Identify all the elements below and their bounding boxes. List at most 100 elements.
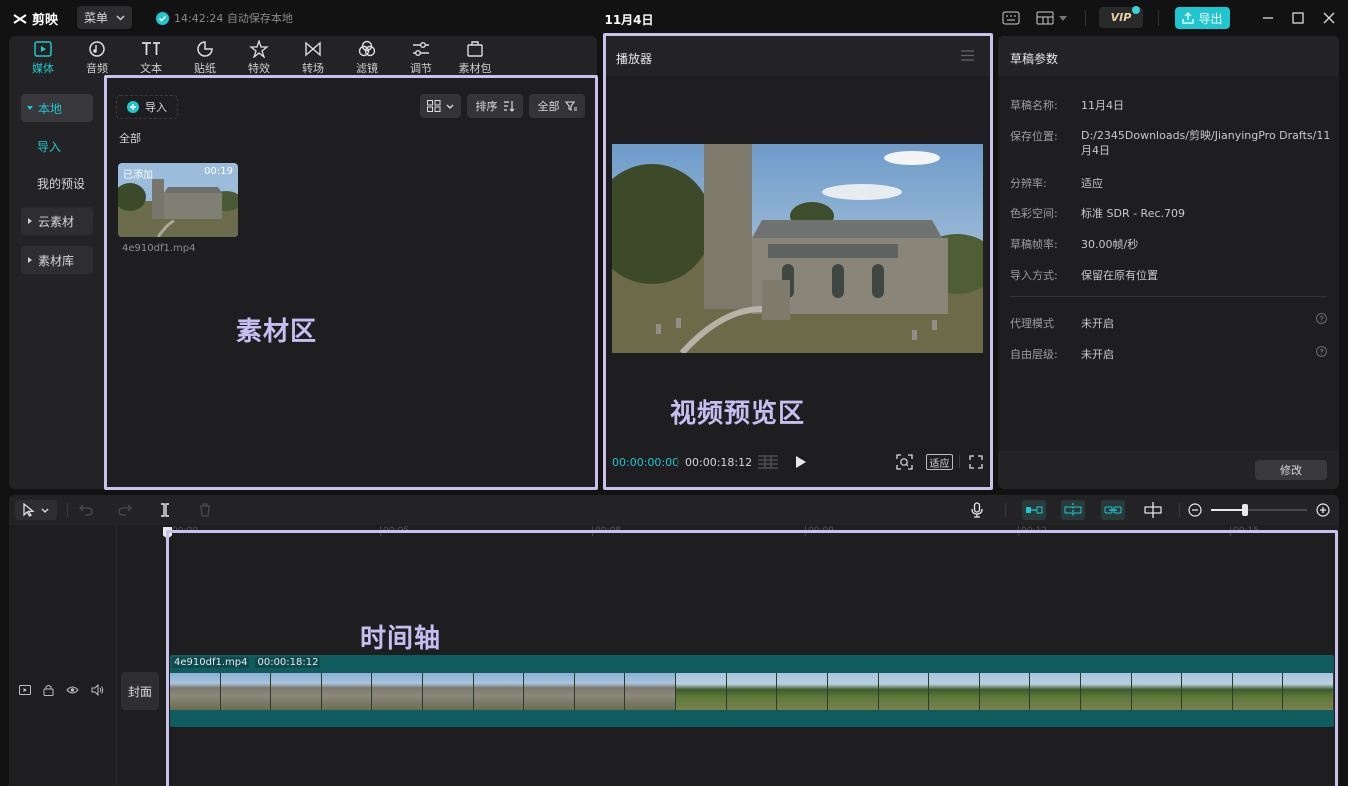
keyboard-icon[interactable] (1002, 11, 1020, 25)
modify-button[interactable]: 修改 (1255, 460, 1327, 480)
filmstrip-frame (271, 673, 322, 710)
zoom-in-icon[interactable] (1316, 503, 1330, 517)
help-icon[interactable] (1316, 346, 1327, 357)
preview-axis-icon[interactable] (1144, 502, 1162, 518)
chevron-down-icon (446, 104, 454, 109)
clip-filename: 4e910df1.mp4 (122, 243, 196, 254)
clip-name: 4e910df1.mp4 (172, 657, 250, 668)
filmstrip-frame (220, 673, 272, 710)
snap-icon (1064, 503, 1082, 517)
zoom-slider-thumb[interactable] (1241, 504, 1248, 516)
draft-header: 草稿参数 (998, 36, 1339, 76)
layout-icon (1036, 11, 1054, 25)
frame-rate-value: 30.00帧/秒 (1081, 238, 1139, 251)
minimize-icon[interactable] (1262, 12, 1274, 24)
autosave-text: 14:42:24 自动保存本地 (174, 12, 293, 25)
filmstrip-frame (1080, 673, 1132, 710)
player-current-time: 00:00:00:00 (612, 456, 680, 469)
export-label: 导出 (1198, 11, 1223, 26)
fit-ratio-button[interactable]: 适应 (926, 454, 953, 470)
microphone-icon[interactable] (971, 502, 983, 518)
proxy-mode-label: 代理模式 (1010, 317, 1054, 330)
tab-adjust[interactable]: 调节 (394, 40, 448, 76)
speaker-icon[interactable] (91, 684, 104, 696)
fullscreen-icon[interactable] (969, 455, 983, 469)
snap-toggle[interactable] (1061, 500, 1085, 520)
zoom-out-icon[interactable] (1188, 503, 1202, 517)
linkage-toggle[interactable] (1101, 500, 1125, 520)
play-icon[interactable] (795, 456, 806, 468)
filmstrip-icon[interactable] (757, 454, 779, 470)
filmstrip-frame (625, 673, 677, 710)
redo-icon[interactable] (118, 503, 132, 516)
sidebar: 本地 导入 我的预设 云素材 素材库 (9, 86, 102, 486)
sidebar-item-local[interactable]: 本地 (21, 94, 93, 122)
tab-audio[interactable]: 音频 (70, 40, 124, 76)
ruler-tick: 00:12 (1018, 526, 1047, 536)
adjust-icon (413, 42, 429, 56)
clip-duration: 00:19 (204, 166, 233, 177)
capcut-logo-icon (13, 13, 27, 24)
media-clip-card[interactable]: 已添加 00:19 (118, 163, 238, 237)
tab-transition[interactable]: 转场 (286, 40, 340, 76)
tab-filter[interactable]: 滤镜 (340, 40, 394, 76)
color-space-value: 标准 SDR - Rec.709 (1081, 207, 1186, 220)
tab-effects[interactable]: 特效 (232, 40, 286, 76)
link-icon (1104, 506, 1122, 514)
eye-icon[interactable] (66, 685, 79, 695)
track-video-icon[interactable] (19, 685, 31, 695)
draft-panel: 草稿参数 草稿名称: 11月4日 保存位置: D:/2345Downloads/… (998, 36, 1339, 489)
maximize-icon[interactable] (1292, 12, 1304, 24)
sidebar-item-cloud[interactable]: 云素材 (21, 207, 93, 235)
filmstrip-frame (929, 673, 980, 710)
import-mode-label: 导入方式: (1010, 269, 1058, 282)
player-header: 播放器 (606, 36, 990, 76)
tab-media[interactable]: 媒体 (16, 40, 70, 76)
hamburger-icon[interactable] (961, 50, 974, 61)
draft-title: 草稿参数 (1010, 52, 1059, 66)
zoom-slider[interactable] (1211, 504, 1307, 516)
divider (1158, 10, 1159, 26)
vip-button[interactable]: VIP (1099, 6, 1143, 28)
timeline-clip[interactable]: 4e910df1.mp4 00:00:18:12 (170, 655, 1334, 727)
export-button[interactable]: 导出 (1175, 7, 1230, 29)
menu-button[interactable]: 菜单 (77, 6, 132, 29)
caret-down-icon (27, 106, 33, 110)
tab-text[interactable]: 文本 (124, 40, 178, 76)
close-icon[interactable] (1323, 12, 1335, 24)
audio-icon (89, 41, 105, 57)
main-track-link-icon (1026, 506, 1043, 514)
sidebar-item-my-presets[interactable]: 我的预设 (37, 175, 85, 192)
text-icon (142, 42, 160, 55)
cover-button[interactable]: 封面 (121, 672, 159, 710)
sidebar-item-import[interactable]: 导入 (37, 138, 61, 155)
ruler-tick: 00:05 (380, 526, 409, 536)
undo-icon[interactable] (79, 503, 93, 516)
view-toggle-button[interactable] (420, 94, 461, 118)
delete-icon[interactable] (199, 503, 211, 517)
ruler-tick: 00:08 (592, 526, 621, 536)
import-button[interactable]: 导入 (116, 95, 178, 119)
help-icon[interactable] (1316, 313, 1327, 324)
filter-button[interactable]: 全部 (529, 94, 585, 118)
filmstrip-frame (878, 673, 930, 710)
divider (1010, 296, 1327, 297)
sort-icon (503, 101, 514, 112)
lock-icon[interactable] (43, 684, 54, 696)
divider (67, 503, 68, 517)
filmstrip-frame (473, 673, 525, 710)
layout-switcher[interactable] (1036, 11, 1067, 25)
media-tabs: 媒体 音频 文本 贴纸 特效 转场 滤镜 调节 素材包 (16, 40, 516, 78)
magnet-main-toggle[interactable] (1022, 500, 1046, 520)
select-tool-button[interactable] (15, 500, 57, 520)
color-space-label: 色彩空间: (1010, 207, 1058, 220)
tab-sticker[interactable]: 贴纸 (178, 40, 232, 76)
sort-button[interactable]: 排序 (467, 94, 523, 118)
sidebar-item-library[interactable]: 素材库 (21, 246, 93, 274)
zoom-frame-icon[interactable] (896, 454, 913, 470)
tab-package[interactable]: 素材包 (448, 40, 502, 76)
split-icon[interactable] (159, 503, 171, 517)
filmstrip-frame (372, 673, 424, 710)
ruler-tick: 00:00 (172, 526, 198, 536)
filmstrip-frame (1131, 673, 1183, 710)
